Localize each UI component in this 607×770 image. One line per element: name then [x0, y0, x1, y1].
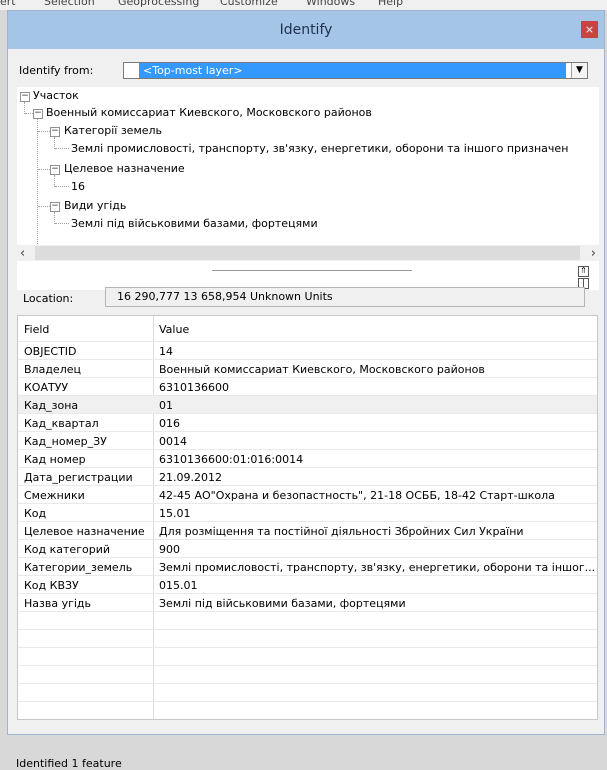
- field-cell: Кад_зона: [24, 399, 79, 412]
- chevron-down-icon[interactable]: ▼: [571, 63, 587, 78]
- tree-feature-node[interactable]: Военный комиссариат Киевского, Московско…: [46, 106, 372, 119]
- table-row[interactable]: Кад_номер_ЗУ 0014: [18, 432, 597, 450]
- table-row[interactable]: Владелец Военный комиссариат Киевского, М…: [18, 360, 597, 378]
- identify-window: Identify × Identify from: <Top-most laye…: [7, 10, 605, 770]
- table-row[interactable]: Код КВЗУ 015.01: [18, 576, 597, 594]
- value-cell: 016: [159, 417, 180, 430]
- table-row[interactable]: OBJECTID 14: [18, 342, 597, 360]
- table-row-empty: [18, 630, 597, 648]
- status-bar: Identified 1 feature: [16, 757, 122, 770]
- expand-icon[interactable]: ⇑: [578, 266, 589, 277]
- field-cell: Категории_земель: [24, 561, 133, 574]
- tree-layer-node[interactable]: Участок: [33, 89, 79, 102]
- table-row[interactable]: Кад номер 6310136600:01:016:0014: [18, 450, 597, 468]
- value-cell: 15.01: [159, 507, 191, 520]
- value-cell: 0014: [159, 435, 187, 448]
- value-cell: 14: [159, 345, 173, 358]
- table-row[interactable]: Дата_регистрации 21.09.2012: [18, 468, 597, 486]
- table-row-empty: [18, 684, 597, 702]
- scroll-left-icon[interactable]: ‹: [20, 246, 25, 261]
- collapse-icon[interactable]: −: [20, 92, 30, 102]
- pane-toggle-icons: ⇑|: [577, 265, 600, 289]
- dialog-body: Identify from: <Top-most layer> ▼ − Учас…: [12, 49, 600, 770]
- field-cell: Смежники: [24, 489, 85, 502]
- menu-geoprocessing[interactable]: Geoprocessing: [118, 0, 199, 8]
- value-cell: 42-45 АО"Охрана и безопастность", 21-18 …: [159, 489, 555, 502]
- collapse-icon[interactable]: −: [50, 127, 60, 137]
- table-row[interactable]: Кад_квартал 016: [18, 414, 597, 432]
- value-cell: 01: [159, 399, 173, 412]
- menu-customize[interactable]: Customize: [220, 0, 278, 8]
- scroll-right-icon[interactable]: ›: [591, 246, 596, 261]
- table-row[interactable]: Кад_зона 01: [18, 396, 597, 414]
- field-cell: Владелец: [24, 363, 81, 376]
- collapse-icon[interactable]: −: [50, 202, 60, 212]
- menu-item[interactable]: ert: [0, 0, 16, 8]
- tree-group-purpose[interactable]: Целевое назначение: [64, 162, 185, 175]
- tree-horizontal-scrollbar[interactable]: ‹ ›: [17, 245, 599, 261]
- table-row[interactable]: Код категорий 900: [18, 540, 597, 558]
- tree-value-categories[interactable]: Землі промисловості, транспорту, зв'язку…: [71, 142, 568, 155]
- table-row[interactable]: Категории_земель Землі промисловості, тра…: [18, 558, 597, 576]
- field-cell: Код КВЗУ: [24, 579, 79, 592]
- value-cell: 6310136600:01:016:0014: [159, 453, 304, 466]
- table-row[interactable]: КОАТУУ 6310136600: [18, 378, 597, 396]
- field-cell: Кад номер: [24, 453, 86, 466]
- table-row-empty: [18, 612, 597, 630]
- identify-from-dropdown[interactable]: <Top-most layer> ▼: [123, 62, 588, 79]
- value-cell: 900: [159, 543, 180, 556]
- field-cell: OBJECTID: [24, 345, 77, 358]
- tree-group-categories[interactable]: Категорії земель: [64, 124, 162, 137]
- table-row[interactable]: Код 15.01: [18, 504, 597, 522]
- value-column-header[interactable]: Value: [159, 323, 189, 336]
- attribute-table[interactable]: Field Value OBJECTID 14 Владелец Военный к…: [17, 315, 598, 720]
- field-column-header[interactable]: Field: [24, 323, 49, 336]
- value-cell: 015.01: [159, 579, 198, 592]
- field-cell: КОАТУУ: [24, 381, 69, 394]
- table-row[interactable]: Смежники 42-45 АО"Охрана и безопастность"…: [18, 486, 597, 504]
- value-cell: 6310136600: [159, 381, 229, 394]
- field-cell: Дата_регистрации: [24, 471, 133, 484]
- close-button[interactable]: ×: [581, 21, 598, 38]
- menu-selection[interactable]: Selection: [44, 0, 95, 8]
- identify-from-value: <Top-most layer>: [139, 63, 566, 78]
- pane-splitter[interactable]: [212, 270, 412, 271]
- table-row[interactable]: Целевое назначение Для розміщення та пост…: [18, 522, 597, 540]
- table-row-empty: [18, 648, 597, 666]
- menu-windows[interactable]: Windows: [306, 0, 355, 8]
- field-cell: Назва угідь: [24, 597, 92, 610]
- value-cell: Землі під військовими базами, фортецями: [159, 597, 406, 610]
- location-field[interactable]: 16 290,777 13 658,954 Unknown Units: [105, 287, 585, 307]
- location-label: Location:: [23, 292, 74, 305]
- table-header: Field Value: [18, 316, 597, 342]
- title-bar[interactable]: Identify ×: [8, 11, 604, 49]
- value-cell: 21.09.2012: [159, 471, 222, 484]
- collapse-icon[interactable]: −: [50, 165, 60, 175]
- field-cell: Код категорий: [24, 543, 110, 556]
- field-cell: Код: [24, 507, 47, 520]
- field-cell: Кад_квартал: [24, 417, 99, 430]
- tree-value-land-types[interactable]: Землі під військовими базами, фортецями: [71, 217, 318, 230]
- field-cell: Целевое назначение: [24, 525, 145, 538]
- tree-value-purpose[interactable]: 16: [71, 180, 85, 193]
- menu-bar: ert Selection Geoprocessing Customize Wi…: [0, 0, 607, 10]
- collapse-icon[interactable]: −: [33, 109, 43, 119]
- table-row-empty: [18, 666, 597, 684]
- window-title: Identify: [279, 22, 333, 38]
- table-row[interactable]: Назва угідь Землі під військовими базами,…: [18, 594, 597, 612]
- menu-help[interactable]: Help: [378, 0, 403, 8]
- value-cell: Военный комиссариат Киевского, Московско…: [159, 363, 485, 376]
- field-cell: Кад_номер_ЗУ: [24, 435, 107, 448]
- value-cell: Для розміщення та постійної діяльності З…: [159, 525, 524, 538]
- identify-from-label: Identify from:: [19, 64, 94, 77]
- tree-group-land-types[interactable]: Види угідь: [64, 199, 126, 212]
- value-cell: Землі промисловості, транспорту, зв'язку…: [159, 561, 596, 574]
- scrollbar-thumb[interactable]: [35, 246, 580, 260]
